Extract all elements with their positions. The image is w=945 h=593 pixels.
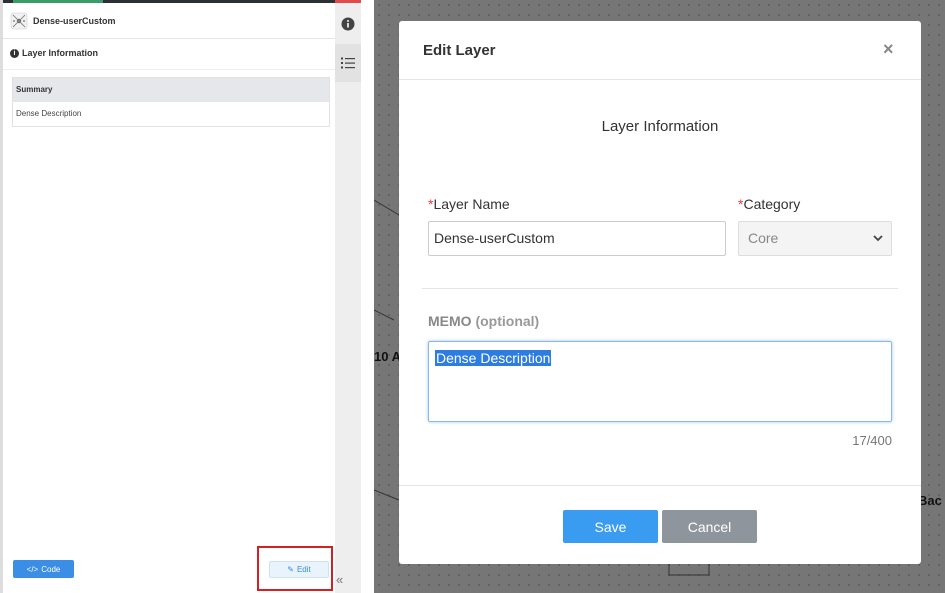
summary-header: Summary — [13, 78, 329, 102]
cancel-button[interactable]: Cancel — [662, 510, 757, 543]
info-tool-button[interactable] — [335, 5, 361, 43]
section-layer-info: i Layer Information — [10, 48, 98, 58]
side-toolbar — [335, 0, 361, 593]
category-label: *Category — [738, 196, 801, 212]
info-dot-icon: i — [10, 48, 19, 58]
layer-name-input[interactable]: Dense-userCustom — [428, 221, 726, 256]
memo-char-count: 17/400 — [852, 433, 892, 448]
save-button[interactable]: Save — [563, 510, 658, 543]
info-icon — [341, 17, 355, 31]
canvas-node-label-right: Bac — [918, 493, 942, 508]
code-icon: </> — [26, 564, 39, 574]
category-select[interactable]: Core — [738, 221, 892, 256]
collapse-panel-icon[interactable]: « — [336, 572, 343, 587]
chevron-down-icon — [872, 222, 884, 268]
memo-textarea[interactable]: Dense Description — [428, 341, 892, 422]
layer-logo-icon — [10, 12, 28, 29]
edit-highlight-box — [257, 546, 333, 591]
modal-subtitle: Layer Information — [601, 118, 719, 135]
summary-description: Dense Description — [13, 102, 329, 126]
app-root: Dense-userCustom i Layer Information Sum… — [0, 0, 945, 593]
list-tool-button[interactable] — [335, 44, 361, 82]
list-icon — [341, 57, 355, 69]
category-value: Core — [748, 230, 779, 246]
panel-header: Dense-userCustom — [3, 3, 335, 39]
memo-selected-text: Dense Description — [435, 350, 552, 366]
section-title-label: Layer Information — [22, 48, 99, 58]
edit-layer-modal: Edit Layer × Layer Information *Layer Na… — [399, 21, 921, 564]
memo-optional: (optional) — [475, 313, 540, 329]
code-button[interactable]: </> Code — [13, 560, 74, 578]
canvas-node-label: 10 A — [374, 349, 401, 364]
close-icon[interactable]: × — [883, 39, 894, 60]
layer-detail-panel: Dense-userCustom i Layer Information Sum… — [0, 0, 338, 593]
memo-label: MEMO (optional) — [428, 313, 540, 329]
summary-table: Summary Dense Description — [12, 77, 330, 127]
panel-title: Dense-userCustom — [33, 15, 116, 26]
code-button-label: Code — [41, 564, 61, 574]
layer-name-label: *Layer Name — [428, 196, 510, 212]
modal-title: Edit Layer — [423, 42, 496, 59]
